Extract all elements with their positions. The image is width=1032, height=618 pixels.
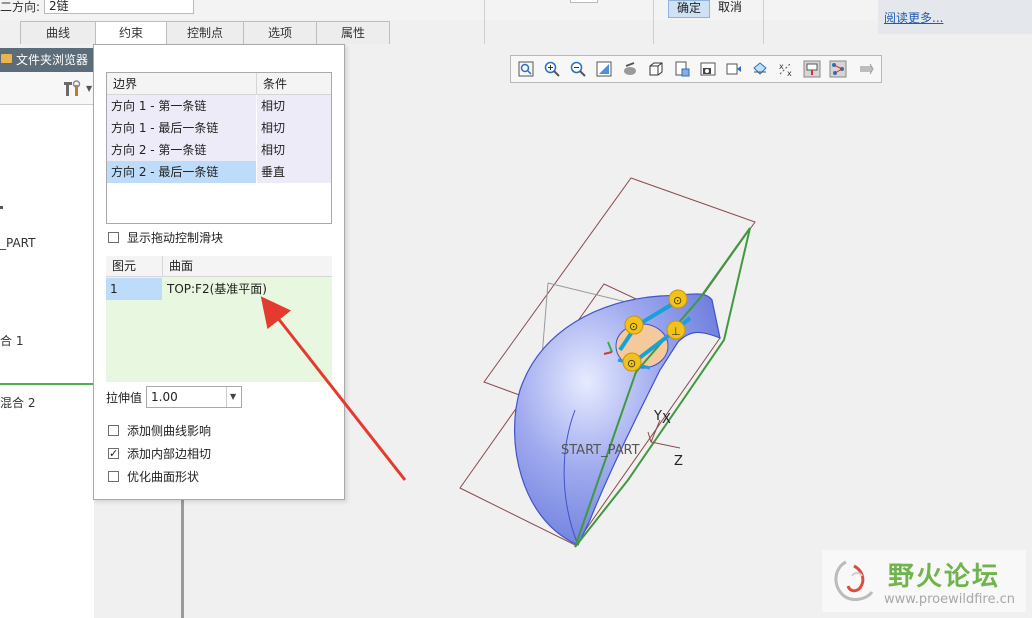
boundary-cell: 方向 2 - 最后一条链: [107, 161, 257, 183]
svg-text:x: x: [787, 69, 792, 78]
condition-cell[interactable]: 相切: [257, 117, 331, 139]
tab-control-points[interactable]: 控制点: [166, 21, 244, 44]
dashboard-tabs: 曲线 约束 控制点 选项 属性: [20, 21, 390, 46]
tree-item-part[interactable]: _PART: [0, 236, 35, 250]
chevron-down-icon[interactable]: ▼: [86, 84, 92, 93]
table-row[interactable]: 方向 2 - 第一条链 相切: [107, 139, 331, 161]
svg-text:⊙: ⊙: [673, 294, 682, 307]
blend-surface[interactable]: [514, 293, 721, 546]
csys-display-icon[interactable]: [829, 60, 847, 78]
boundary-cell: 方向 2 - 第一条链: [107, 139, 257, 161]
svg-text:⊙: ⊙: [629, 320, 638, 333]
model-tree: [0, 131, 94, 618]
folder-browser-label: 文件夹浏览器: [16, 53, 89, 67]
ribbon-divider: [484, 0, 485, 44]
navigator-splitter[interactable]: [181, 490, 184, 618]
checkbox-box-checked[interactable]: [108, 446, 119, 462]
ribbon-divider: [763, 0, 764, 44]
x-axis-label: X: [662, 412, 671, 427]
refit-icon[interactable]: [517, 60, 535, 78]
read-more-link[interactable]: 阅读更多...: [884, 9, 943, 26]
surface-cell[interactable]: TOP:F2(基准平面): [163, 278, 332, 300]
ok-button[interactable]: 确定: [668, 0, 710, 18]
stretch-value: 1.00: [151, 390, 178, 404]
checkbox-box[interactable]: [108, 425, 119, 436]
tab-properties[interactable]: 属性: [316, 21, 390, 44]
entity-cell: 1: [106, 278, 162, 300]
tree-item-blend-1[interactable]: 合 1: [0, 332, 23, 349]
forum-logo-icon: [834, 560, 874, 601]
table-row[interactable]: 1 TOP:F2(基准平面): [106, 278, 332, 300]
condition-cell[interactable]: 垂直: [257, 161, 331, 183]
checkbox-label: 优化曲面形状: [127, 470, 200, 484]
saved-orientations-icon[interactable]: [647, 60, 665, 78]
direction-2-collector[interactable]: 2链: [44, 0, 194, 14]
checkbox-label: 添加内部边相切: [127, 447, 212, 461]
csys-axis: [650, 441, 681, 449]
condition-column-header: 条件: [257, 73, 331, 95]
tangent-handle[interactable]: ⊙: [622, 352, 642, 372]
spin-center-icon[interactable]: [857, 60, 875, 78]
svg-text:x: x: [779, 62, 784, 71]
annotation-display-icon[interactable]: [725, 60, 743, 78]
checkbox-box[interactable]: [108, 471, 119, 482]
constraints-panel: 边界 条件 方向 1 - 第一条链 相切 方向 1 - 最后一条链 相切 方向 …: [93, 44, 345, 500]
axis-display-icon[interactable]: xx: [777, 60, 795, 78]
view-manager-icon[interactable]: [673, 60, 691, 78]
checkbox-label: 添加侧曲线影响: [127, 424, 212, 438]
forum-url: www.proewildfire.cn: [884, 592, 1015, 607]
boundary-cell: 方向 1 - 第一条链: [107, 95, 257, 117]
dropdown-button[interactable]: ▼: [226, 387, 241, 407]
chevron-down-icon: ▼: [230, 392, 237, 401]
display-style-icon[interactable]: [621, 60, 639, 78]
perspective-icon[interactable]: [699, 60, 717, 78]
forum-watermark: 野火论坛 www.proewildfire.cn: [822, 550, 1026, 612]
boundary-column-header: 边界: [107, 73, 257, 95]
folder-icon: [1, 54, 12, 63]
entity-column-header: 图元: [106, 256, 163, 277]
tree-item-blend-2[interactable]: 混合 2: [0, 394, 35, 411]
ribbon-divider: [653, 0, 654, 44]
svg-text:⊥: ⊥: [671, 325, 681, 338]
z-axis-label: Z: [674, 454, 683, 469]
tab-curves[interactable]: 曲线: [20, 21, 96, 44]
tree-insert-indicator: [0, 383, 94, 385]
boundary-table: 边界 条件 方向 1 - 第一条链 相切 方向 1 - 最后一条链 相切 方向 …: [106, 72, 332, 224]
zoom-in-icon[interactable]: [543, 60, 561, 78]
surface-column-header: 曲面: [163, 256, 332, 277]
graphics-toolbar: xx: [510, 55, 882, 83]
repaint-icon[interactable]: [595, 60, 613, 78]
navigator-toolbar: ▼: [0, 72, 94, 104]
tangent-handle[interactable]: ⊙: [624, 315, 644, 335]
tab-constraints[interactable]: 约束: [95, 21, 167, 46]
tab-options[interactable]: 选项: [243, 21, 317, 44]
normal-handle[interactable]: ⊥: [666, 320, 686, 340]
plane-display-icon[interactable]: [751, 60, 769, 78]
entity-surface-table: 图元 曲面 1 TOP:F2(基准平面): [106, 256, 332, 382]
zoom-out-icon[interactable]: [569, 60, 587, 78]
tangent-handle[interactable]: ⊙: [668, 289, 688, 309]
ribbon-field[interactable]: [570, 0, 598, 3]
stretch-value-label: 拉伸值: [106, 391, 143, 405]
y-axis-label: Y: [653, 409, 662, 424]
direction-label: 二方向:: [0, 0, 41, 14]
table-row[interactable]: 方向 1 - 最后一条链 相切: [107, 117, 331, 139]
tools-icon[interactable]: [64, 80, 82, 98]
tree-node-marker: [0, 206, 3, 209]
csys-label: START_PART: [561, 443, 640, 458]
navigator-filter-input[interactable]: [0, 104, 94, 132]
forum-name: 野火论坛: [888, 562, 1001, 592]
stretch-value-combobox[interactable]: 1.00 ▼: [146, 386, 242, 408]
checkbox-box[interactable]: [108, 232, 119, 243]
table-row-selected[interactable]: 方向 2 - 最后一条链 垂直: [107, 161, 331, 183]
cancel-button[interactable]: 取消: [712, 0, 748, 14]
condition-cell[interactable]: 相切: [257, 139, 331, 161]
point-display-icon[interactable]: [803, 60, 821, 78]
boundary-cell: 方向 1 - 最后一条链: [107, 117, 257, 139]
table-row[interactable]: 方向 1 - 第一条链 相切: [107, 95, 331, 117]
checkbox-label: 显示拖动控制滑块: [127, 231, 224, 245]
svg-text:⊙: ⊙: [627, 357, 636, 370]
condition-cell[interactable]: 相切: [257, 95, 331, 117]
folder-browser-tab[interactable]: 文件夹浏览器: [0, 48, 94, 72]
